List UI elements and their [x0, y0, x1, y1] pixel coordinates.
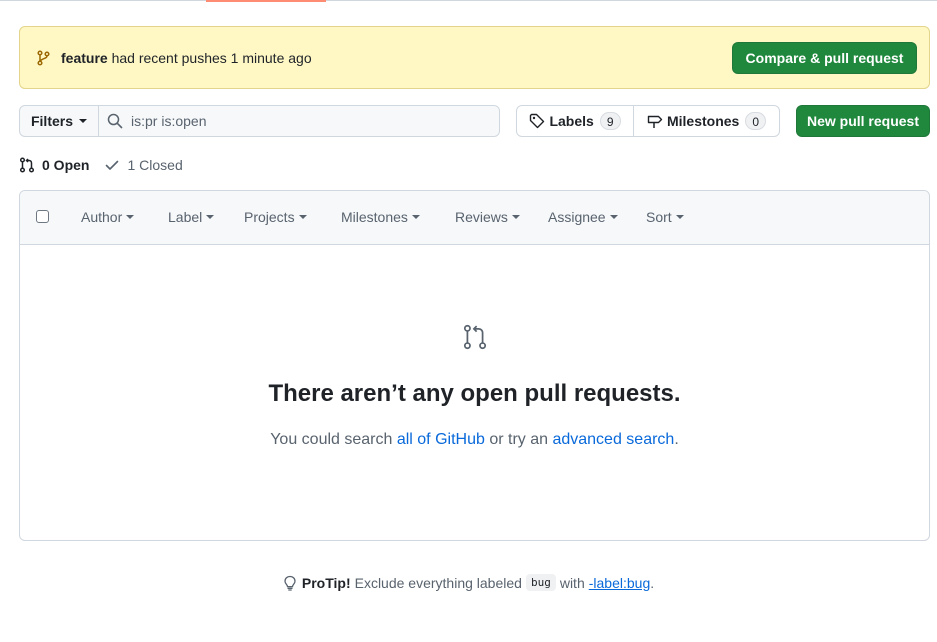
caret-down-icon	[206, 215, 215, 219]
filters-search-group: Filters	[19, 105, 500, 137]
search-icon	[107, 113, 123, 129]
branch-name[interactable]: feature	[61, 50, 108, 66]
protip: ProTip! Exclude everything labeled bug w…	[0, 574, 937, 591]
all-of-github-link[interactable]: all of GitHub	[397, 431, 485, 448]
list-header: Author Label Projects Milestones Reviews…	[20, 191, 929, 245]
label-filter[interactable]: Label	[168, 209, 215, 225]
advanced-search-link[interactable]: advanced search	[552, 431, 674, 448]
filters-label: Filters	[30, 113, 73, 129]
caret-down-icon	[79, 119, 87, 123]
sort-filter[interactable]: Sort	[646, 209, 684, 225]
reviews-filter[interactable]: Reviews	[455, 209, 520, 225]
banner-message: feature had recent pushes 1 minute ago	[61, 50, 312, 66]
state-toggle: 0 Open 1 Closed	[19, 155, 183, 175]
milestones-label: Milestones	[666, 113, 740, 129]
protip-label: ProTip!	[301, 574, 351, 591]
filters-button[interactable]: Filters	[20, 106, 99, 136]
protip-with: with	[559, 574, 585, 591]
caret-down-icon	[298, 215, 307, 219]
protip-suffix: .	[650, 574, 655, 591]
reviews-filter-label: Reviews	[455, 209, 508, 225]
protip-text: Exclude everything labeled	[354, 574, 522, 591]
caret-down-icon	[126, 215, 135, 219]
assignee-filter-label: Assignee	[548, 209, 606, 225]
blankslate-text-suffix: .	[674, 431, 679, 448]
sort-filter-label: Sort	[646, 209, 672, 225]
protip-label-link[interactable]: -label:bug	[589, 575, 651, 591]
top-border	[0, 0, 937, 1]
author-filter[interactable]: Author	[81, 209, 135, 225]
git-branch-icon	[36, 49, 52, 66]
caret-down-icon	[411, 215, 420, 219]
banner-text: had recent pushes 1 minute ago	[111, 49, 312, 66]
projects-filter[interactable]: Projects	[244, 209, 307, 225]
search-box[interactable]	[99, 106, 499, 136]
blankslate-text-prefix: You could search	[270, 431, 397, 448]
milestone-icon	[647, 113, 663, 129]
milestones-counter: 0	[745, 112, 767, 130]
milestones-button[interactable]: Milestones 0	[634, 106, 779, 136]
select-all-checkbox[interactable]	[36, 210, 49, 223]
label-filter-label: Label	[168, 209, 203, 225]
git-pull-request-icon	[462, 324, 488, 350]
git-pull-request-icon	[19, 157, 35, 173]
open-state-link[interactable]: 0 Open	[19, 157, 89, 173]
compare-pull-request-button[interactable]: Compare & pull request	[732, 42, 917, 74]
closed-count-label: 1 Closed	[127, 157, 183, 173]
new-pull-request-button[interactable]: New pull request	[796, 105, 930, 137]
recent-push-banner: feature had recent pushes 1 minute ago C…	[19, 26, 930, 89]
blankslate-title: There aren’t any open pull requests.	[268, 380, 681, 407]
blankslate-text: You could search all of GitHub or try an…	[20, 431, 929, 449]
projects-filter-label: Projects	[244, 209, 295, 225]
milestones-filter-label: Milestones	[341, 209, 408, 225]
author-filter-label: Author	[81, 209, 123, 225]
check-icon	[104, 157, 120, 173]
caret-down-icon	[675, 215, 684, 219]
selected-tab-underline	[206, 0, 326, 2]
caret-down-icon	[511, 215, 520, 219]
closed-state-link[interactable]: 1 Closed	[104, 157, 183, 173]
blankslate-text-middle: or try an	[484, 431, 553, 448]
assignee-filter[interactable]: Assignee	[548, 209, 618, 225]
labels-label: Labels	[549, 113, 594, 129]
blankslate: There aren’t any open pull requests. You…	[20, 246, 929, 540]
open-count-label: 0 Open	[42, 157, 90, 173]
caret-down-icon	[609, 215, 618, 219]
light-bulb-icon	[283, 575, 297, 591]
tag-icon	[529, 113, 545, 129]
pull-request-list: Author Label Projects Milestones Reviews…	[19, 190, 930, 541]
milestones-filter[interactable]: Milestones	[341, 209, 420, 225]
search-input[interactable]	[131, 113, 471, 129]
labels-button[interactable]: Labels 9	[517, 106, 634, 136]
labels-counter: 9	[599, 112, 621, 130]
protip-code: bug	[525, 574, 556, 591]
labels-milestones-group: Labels 9 Milestones 0	[516, 105, 780, 137]
